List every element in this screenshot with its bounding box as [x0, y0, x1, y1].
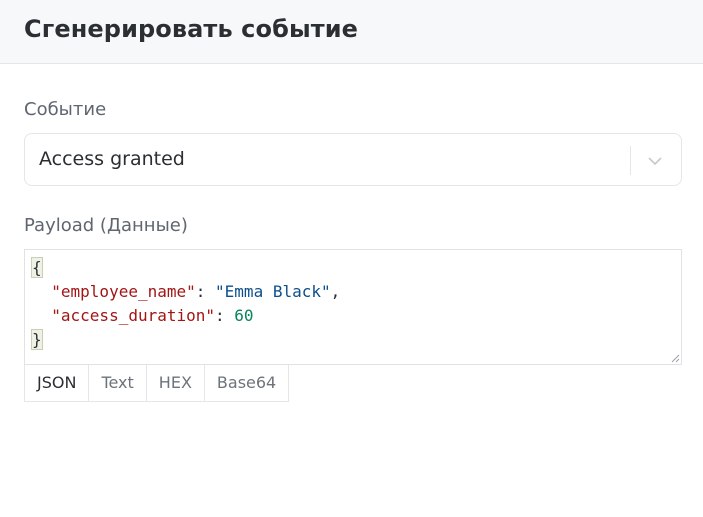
payload-label: Payload (Данные): [24, 215, 188, 236]
resize-handle-icon[interactable]: [670, 353, 680, 363]
json-string-value: "Emma Black": [215, 282, 331, 301]
json-key: "employee_name": [51, 282, 196, 301]
event-select[interactable]: Access granted: [24, 133, 682, 186]
payload-code: { "employee_name": "Emma Black", "access…: [31, 257, 341, 350]
tab-hex[interactable]: HEX: [146, 365, 205, 401]
open-brace: {: [31, 257, 43, 278]
json-key: "access_duration": [51, 306, 216, 325]
payload-editor[interactable]: { "employee_name": "Emma Black", "access…: [24, 249, 682, 365]
json-comma: ,: [330, 282, 341, 301]
tab-text[interactable]: Text: [89, 365, 147, 401]
event-select-value: Access granted: [39, 148, 185, 170]
event-label: Событие: [24, 99, 107, 120]
tab-json[interactable]: JSON: [25, 365, 90, 401]
page-title: Сгенерировать событие: [24, 15, 359, 43]
json-number-value: 60: [234, 306, 254, 325]
tab-base64[interactable]: Base64: [204, 365, 289, 401]
modal-header: Сгенерировать событие: [0, 0, 703, 64]
payload-format-tabs: JSON Text HEX Base64: [24, 365, 290, 402]
chevron-down-icon[interactable]: [646, 152, 664, 170]
close-brace: }: [31, 329, 43, 350]
select-separator: [630, 146, 631, 175]
